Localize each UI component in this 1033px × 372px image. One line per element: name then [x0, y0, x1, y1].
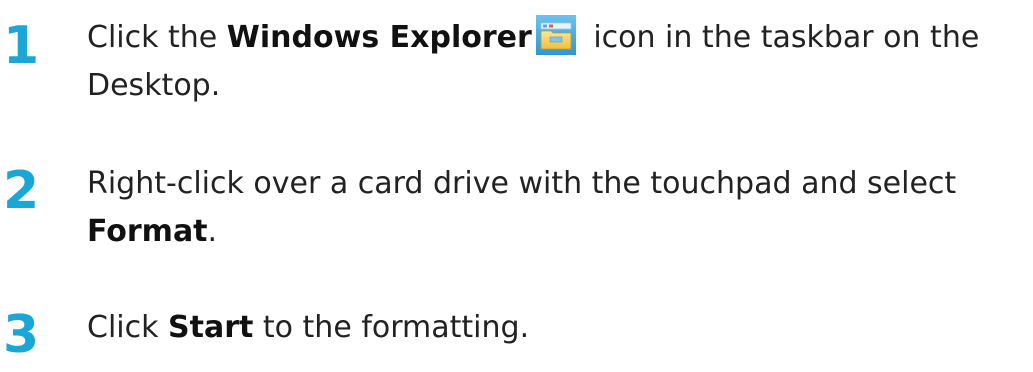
step-text-bold: Format	[87, 214, 208, 249]
step-number: 3	[3, 305, 39, 365]
step-text: Click the Windows Explorer icon in the t…	[87, 14, 1022, 110]
step-number: 2	[3, 161, 39, 221]
step-text-lead: Right-click over a card drive with the t…	[87, 166, 957, 201]
step-text: Right-click over a card drive with the t…	[87, 160, 1022, 256]
step-number: 1	[3, 16, 39, 76]
step-text-trail: to the formatting.	[253, 310, 530, 345]
instruction-page: 1 Click the Windows Explorer icon in the…	[0, 0, 1033, 372]
step-text-bold: Start	[168, 310, 254, 345]
step-text-bold: Windows Explorer	[226, 20, 532, 55]
windows-explorer-folder-icon	[535, 15, 576, 55]
step-text-lead: Click	[87, 310, 169, 345]
step-text-lead: Click the	[87, 20, 227, 55]
step-text: Click Start to the formatting.	[87, 304, 1022, 352]
step-text-trail: .	[207, 214, 218, 249]
